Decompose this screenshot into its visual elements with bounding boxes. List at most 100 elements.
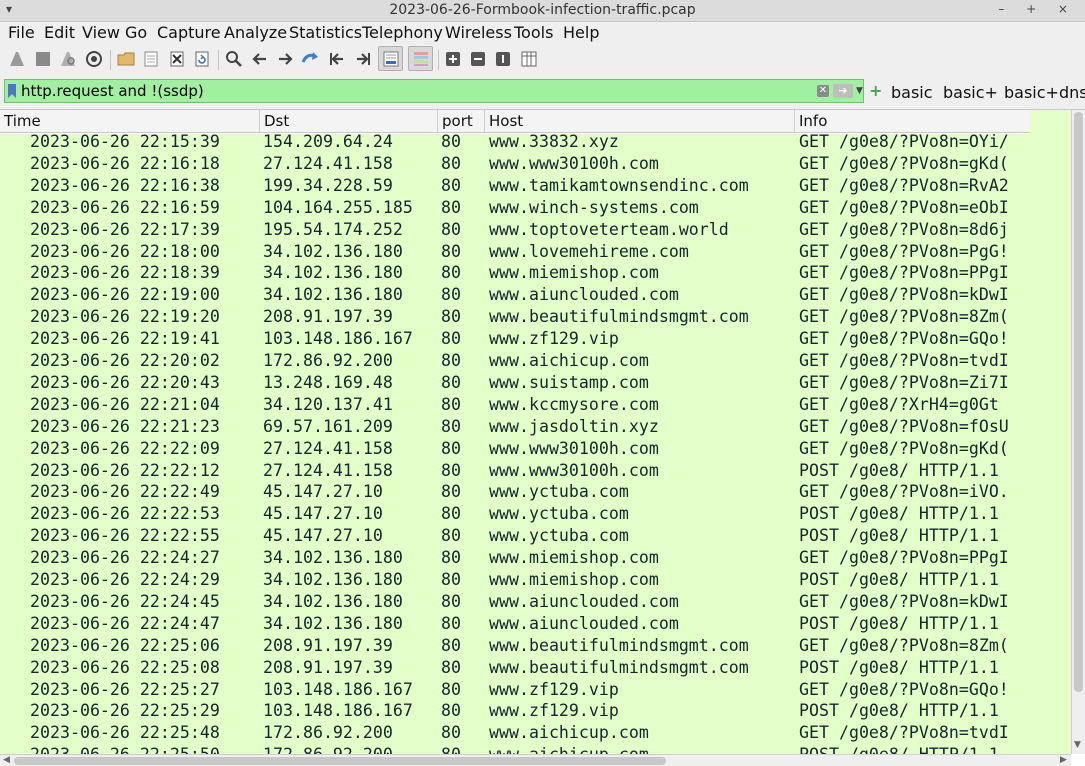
table-row[interactable]: 2023-06-26 22:24:27 34.102.136.180 80 www.m… (0, 547, 1030, 569)
filter-button-basic-dns[interactable]: basic+dns (1004, 83, 1085, 102)
cell-port: 80 (441, 153, 461, 173)
cell-host: www.lovemehireme.com (489, 241, 689, 261)
table-row[interactable]: 2023-06-26 22:19:41 103.148.186.167 80 www.… (0, 328, 1030, 350)
cell-host: www.www30100h.com (489, 153, 659, 173)
cell-info: GET /g0e8/?XrH4=g0Gt (799, 394, 999, 414)
table-row[interactable]: 2023-06-26 22:21:23 69.57.161.209 80 www.ja… (0, 416, 1030, 438)
zoom-out-icon[interactable] (467, 48, 489, 70)
vertical-scroll-thumb[interactable] (1074, 112, 1083, 692)
stop-capture-icon[interactable] (32, 48, 54, 70)
close-file-icon[interactable] (166, 48, 188, 70)
display-filter-field: ✕ ➔ ▼ (4, 79, 864, 103)
cell-dst: 34.102.136.180 (263, 548, 403, 568)
auto-scroll-icon[interactable] (378, 46, 403, 71)
table-row[interactable]: 2023-06-26 22:22:55 45.147.27.10 80 www.yct… (0, 525, 1030, 547)
reload-file-icon[interactable] (191, 48, 213, 70)
apply-filter-icon[interactable]: ➔ (833, 84, 853, 98)
table-row[interactable]: 2023-06-26 22:19:20 208.91.197.39 80 www.be… (0, 306, 1030, 328)
table-row[interactable]: 2023-06-26 22:25:27 103.148.186.167 80 www.… (0, 679, 1030, 701)
normal-size-icon[interactable] (492, 48, 514, 70)
resize-columns-icon[interactable] (518, 48, 540, 70)
table-row[interactable]: 2023-06-26 22:22:12 27.124.41.158 80 www.ww… (0, 460, 1030, 482)
scroll-left-icon[interactable]: ◀ (3, 755, 10, 765)
table-row[interactable]: 2023-06-26 22:22:53 45.147.27.10 80 www.yct… (0, 503, 1030, 525)
menu-analyze[interactable]: Analyze (224, 23, 287, 42)
go-back-icon[interactable] (249, 48, 271, 70)
zoom-in-icon[interactable] (442, 48, 464, 70)
horizontal-scroll-thumb[interactable] (14, 757, 666, 765)
menu-statistics[interactable]: Statistics (289, 23, 362, 42)
menu-view[interactable]: View (82, 23, 120, 42)
display-filter-input[interactable] (21, 81, 816, 101)
go-forward-icon[interactable] (274, 48, 296, 70)
table-row[interactable]: 2023-06-26 22:21:04 34.120.137.41 80 www.kc… (0, 394, 1030, 416)
table-row[interactable]: 2023-06-26 22:16:59 104.164.255.185 80 www.… (0, 197, 1030, 219)
table-row[interactable]: 2023-06-26 22:22:09 27.124.41.158 80 www.ww… (0, 438, 1030, 460)
display-filter-bar: ✕ ➔ ▼ + basic basic+ basic+dns (0, 77, 1085, 107)
table-row[interactable]: 2023-06-26 22:19:00 34.102.136.180 80 www.a… (0, 284, 1030, 306)
save-file-icon[interactable] (140, 48, 162, 70)
restart-capture-icon[interactable] (57, 48, 79, 70)
packet-list: Time Dst port Host Info 2023-06-26 22:15… (0, 109, 1085, 766)
colorize-icon[interactable] (408, 46, 433, 71)
table-row[interactable]: 2023-06-26 22:16:38 199.34.228.59 80 www.ta… (0, 175, 1030, 197)
table-row[interactable]: 2023-06-26 22:24:45 34.102.136.180 80 www.a… (0, 591, 1030, 613)
find-packet-icon[interactable] (223, 48, 245, 70)
cell-host: www.aiunclouded.com (489, 613, 679, 633)
add-filter-button-icon[interactable]: + (869, 81, 882, 100)
cell-host: www.www30100h.com (489, 438, 659, 458)
start-capture-icon[interactable] (6, 48, 28, 70)
table-row[interactable]: 2023-06-26 22:20:02 172.86.92.200 80 www.ai… (0, 350, 1030, 372)
cell-host: www.miemishop.com (489, 570, 659, 589)
scroll-right-icon[interactable]: ▶ (1060, 755, 1067, 765)
vertical-scrollbar[interactable]: ▼ (1071, 110, 1085, 754)
table-row[interactable]: 2023-06-26 22:20:43 13.248.169.48 80 www.su… (0, 372, 1030, 394)
table-row[interactable]: 2023-06-26 22:25:48 172.86.92.200 80 www.ai… (0, 722, 1030, 744)
column-header-dst[interactable]: Dst (260, 110, 438, 133)
menu-tools[interactable]: Tools (514, 23, 553, 42)
table-row[interactable]: 2023-06-26 22:15:39 154.209.64.24 80 www.33… (0, 134, 1030, 153)
clear-filter-icon[interactable]: ✕ (817, 85, 829, 97)
table-row[interactable]: 2023-06-26 22:16:18 27.124.41.158 80 www.ww… (0, 153, 1030, 175)
menu-help[interactable]: Help (563, 23, 599, 42)
table-row[interactable]: 2023-06-26 22:18:00 34.102.136.180 80 www.l… (0, 241, 1030, 263)
go-to-packet-icon[interactable] (300, 48, 322, 70)
scroll-down-icon[interactable]: ▼ (1074, 740, 1081, 750)
menu-telephony[interactable]: Telephony (362, 23, 443, 42)
window-controls[interactable]: – + × (998, 2, 1077, 16)
table-row[interactable]: 2023-06-26 22:25:08 208.91.197.39 80 www.be… (0, 657, 1030, 679)
first-packet-icon[interactable] (326, 48, 348, 70)
menu-capture[interactable]: Capture (157, 23, 221, 42)
table-row[interactable]: 2023-06-26 22:22:49 45.147.27.10 80 www.yct… (0, 481, 1030, 503)
capture-options-icon[interactable] (83, 48, 105, 70)
table-row[interactable]: 2023-06-26 22:17:39 195.54.174.252 80 www.t… (0, 219, 1030, 241)
table-row[interactable]: 2023-06-26 22:25:50 172.86.92.20080 www.ai… (0, 744, 1030, 754)
table-row[interactable]: 2023-06-26 22:25:29 103.148.186.167 80 www.… (0, 700, 1030, 722)
bookmark-icon[interactable] (8, 84, 16, 98)
table-row[interactable]: 2023-06-26 22:24:47 34.102.136.180 80 www.a… (0, 613, 1030, 635)
cell-info: POST /g0e8/ HTTP/1.1 (799, 613, 999, 633)
open-file-icon[interactable] (115, 48, 137, 70)
filter-button-basic-plus[interactable]: basic+ (943, 83, 998, 102)
cell-info: GET /g0e8/?PVo8n=gKd( (799, 153, 1009, 173)
table-row[interactable]: 2023-06-26 22:24:29 34.102.136.180 80 www.m… (0, 569, 1030, 591)
menu-wireless[interactable]: Wireless (445, 23, 512, 42)
cell-port: 80 (441, 613, 461, 633)
column-header-info[interactable]: Info (795, 110, 1030, 133)
cell-time: 2023-06-26 22:25:27 (30, 679, 220, 699)
filter-button-basic[interactable]: basic (891, 83, 933, 102)
table-row[interactable]: 2023-06-26 22:18:39 34.102.136.180 80 www.m… (0, 262, 1030, 284)
horizontal-scrollbar[interactable]: ◀ ▶ (0, 754, 1071, 766)
cell-port: 80 (441, 329, 461, 349)
menu-file[interactable]: File (8, 23, 35, 42)
column-header-time[interactable]: Time (0, 110, 260, 133)
cell-info: GET /g0e8/?PVo8n=iVO. (799, 482, 1009, 502)
column-header-port[interactable]: port (438, 110, 485, 133)
chevron-down-icon[interactable]: ▼ (856, 86, 863, 96)
menu-edit[interactable]: Edit (44, 23, 75, 42)
cell-port: 80 (441, 285, 461, 305)
table-row[interactable]: 2023-06-26 22:25:06 208.91.197.39 80 www.be… (0, 635, 1030, 657)
menu-go[interactable]: Go (125, 23, 147, 42)
last-packet-icon[interactable] (352, 48, 374, 70)
column-header-host[interactable]: Host (485, 110, 795, 133)
